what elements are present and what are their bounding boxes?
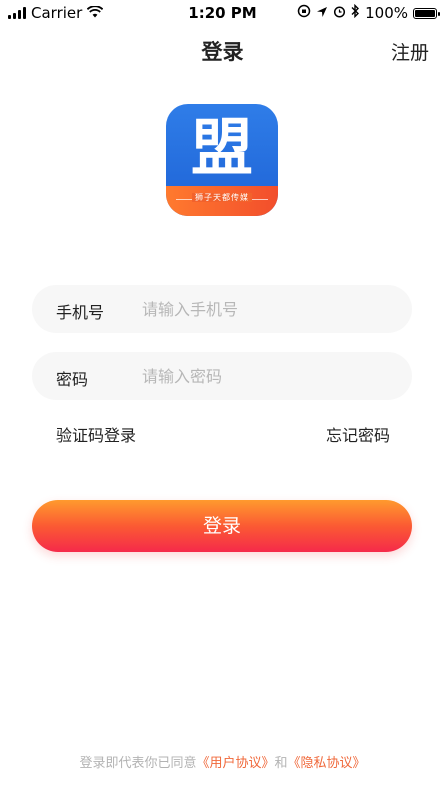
logo-subtitle: 狮子天都传媒 — [192, 193, 252, 202]
password-field: 密码 — [32, 352, 412, 400]
phone-field: 手机号 — [32, 285, 412, 333]
password-label: 密码 — [56, 370, 89, 389]
page-title: 登录 — [201, 40, 244, 64]
register-link[interactable]: 注册 — [391, 38, 429, 65]
password-input[interactable] — [142, 364, 392, 388]
alarm-icon — [333, 4, 346, 22]
user-agreement-link[interactable]: 《用户协议》 — [196, 756, 274, 771]
battery-icon — [413, 7, 440, 19]
agreement-prefix: 登录即代表你已同意 — [79, 756, 197, 771]
sms-login-link[interactable]: 验证码登录 — [56, 422, 136, 446]
phone-input[interactable] — [142, 297, 392, 321]
forgot-password-link[interactable]: 忘记密码 — [326, 422, 390, 446]
agreement-text: 登录即代表你已同意《用户协议》和《隐私协议》 — [0, 752, 445, 771]
status-bar: Carrier 1:20 PM 100% — [0, 0, 445, 26]
logo-character: 盟 — [190, 111, 253, 184]
app-logo: 盟 狮子天都传媒 — [166, 104, 278, 216]
login-button[interactable]: 登录 — [32, 500, 412, 552]
battery-percent: 100% — [365, 4, 408, 22]
agreement-conjunction: 和 — [274, 756, 288, 771]
status-right: 100% — [297, 3, 440, 22]
phone-label: 手机号 — [56, 303, 105, 322]
bluetooth-icon — [351, 3, 360, 22]
location-icon — [316, 4, 328, 22]
orientation-lock-icon — [297, 4, 311, 22]
logo-band: 狮子天都传媒 — [166, 186, 278, 216]
login-screen: Carrier 1:20 PM 100% 登录 注册 盟 狮子天都传媒 手机号 … — [0, 0, 445, 795]
privacy-policy-link[interactable]: 《隐私协议》 — [288, 756, 366, 771]
